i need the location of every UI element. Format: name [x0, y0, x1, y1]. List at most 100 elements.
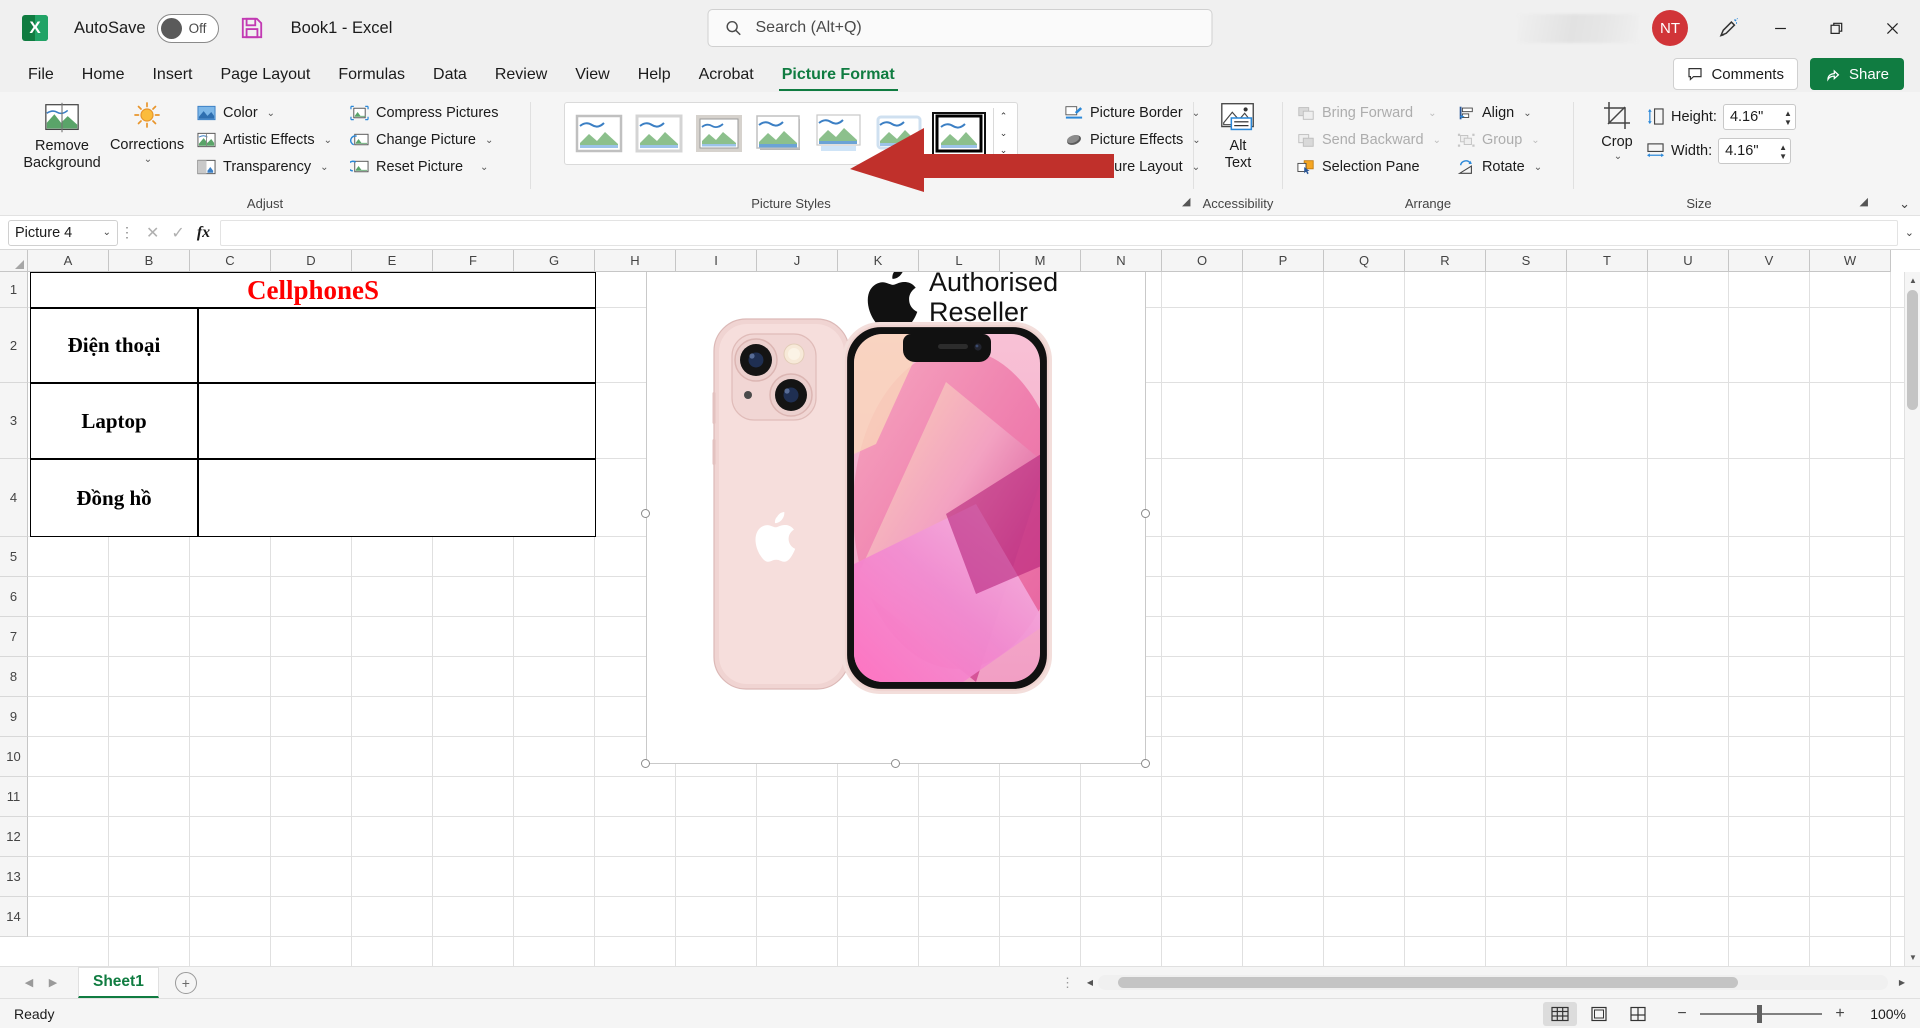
vertical-scroll-thumb[interactable] [1907, 290, 1918, 410]
select-all-button[interactable] [0, 250, 28, 272]
name-box[interactable]: Picture 4 ⌄ [8, 219, 118, 246]
formula-input[interactable] [220, 219, 1898, 246]
picture-style-thumb-1[interactable] [573, 113, 625, 155]
rotate-button[interactable]: Rotate ⌄ [1451, 154, 1548, 180]
row-header-1[interactable]: 1 [0, 272, 28, 308]
confirm-entry-button[interactable]: ✓ [171, 223, 184, 243]
column-header-N[interactable]: N [1081, 250, 1162, 272]
picture-style-thumb-4[interactable] [753, 113, 805, 155]
accessibility-dialog-launcher[interactable]: ◢ [1182, 192, 1190, 212]
formula-bar-expand-button[interactable]: ⌄ [1905, 226, 1914, 239]
row-header-12[interactable]: 12 [0, 817, 28, 857]
horizontal-scroll-thumb[interactable] [1118, 977, 1738, 988]
cell-b2[interactable] [198, 308, 596, 383]
cell-b4[interactable] [198, 459, 596, 537]
name-box-options[interactable]: ⋮ [118, 224, 136, 241]
tab-formulas[interactable]: Formulas [324, 58, 419, 92]
chevron-down-icon[interactable]: ⌄ [1614, 151, 1622, 162]
compress-pictures-button[interactable]: Compress Pictures [344, 100, 504, 126]
column-header-W[interactable]: W [1810, 250, 1891, 272]
comments-button[interactable]: Comments [1673, 58, 1798, 90]
column-header-H[interactable]: H [595, 250, 676, 272]
tab-review[interactable]: Review [481, 58, 561, 92]
picture-style-thumb-6[interactable] [873, 113, 925, 155]
color-button[interactable]: Color ⌄ [191, 100, 338, 126]
zoom-slider[interactable] [1700, 1004, 1822, 1023]
gallery-scroll-down-button[interactable]: ⌄ [994, 125, 1013, 142]
picture-effects-button[interactable]: Picture Effects ⌄ [1059, 127, 1207, 153]
picture-style-thumb-5[interactable] [813, 113, 865, 155]
remove-background-button[interactable]: Remove Background [22, 98, 102, 175]
scroll-up-button[interactable]: ▲ [1905, 272, 1920, 289]
row-header-5[interactable]: 5 [0, 537, 28, 577]
tab-file[interactable]: File [14, 58, 68, 92]
cell-title-merged[interactable]: CellphoneS [30, 272, 596, 308]
minimize-button[interactable] [1752, 0, 1808, 56]
hscroll-right-button[interactable]: ▶ [1894, 974, 1910, 991]
artistic-effects-button[interactable]: Artistic Effects ⌄ [191, 127, 338, 153]
tab-picture-format[interactable]: Picture Format [768, 58, 909, 92]
restore-button[interactable] [1808, 0, 1864, 56]
tab-help[interactable]: Help [624, 58, 685, 92]
column-header-G[interactable]: G [514, 250, 595, 272]
selection-pane-button[interactable]: Selection Pane [1291, 154, 1447, 180]
row-header-10[interactable]: 10 [0, 737, 28, 777]
column-header-M[interactable]: M [1000, 250, 1081, 272]
row-header-3[interactable]: 3 [0, 383, 28, 459]
row-header-6[interactable]: 6 [0, 577, 28, 617]
picture-layout-button[interactable]: Picture Layout ⌄ [1059, 154, 1207, 180]
resize-handle-se[interactable] [1141, 759, 1150, 768]
zoom-level-label[interactable]: 100% [1858, 1006, 1906, 1022]
share-button[interactable]: Share [1809, 58, 1904, 90]
column-header-J[interactable]: J [757, 250, 838, 272]
height-step-down[interactable]: ▼ [1784, 118, 1792, 127]
zoom-slider-thumb[interactable] [1757, 1004, 1762, 1023]
gallery-scroll-up-button[interactable]: ⌃ [994, 108, 1013, 125]
align-button[interactable]: Align ⌄ [1451, 100, 1548, 126]
alt-text-button[interactable]: Alt Text [1209, 98, 1267, 175]
sheet-tab-split-handle[interactable]: ⋮ [1061, 975, 1074, 991]
insert-function-button[interactable]: fx [197, 224, 210, 242]
column-header-D[interactable]: D [271, 250, 352, 272]
vertical-scrollbar[interactable]: ▲ ▼ [1904, 272, 1920, 966]
page-layout-view-button[interactable] [1582, 1002, 1616, 1026]
row-header-2[interactable]: 2 [0, 308, 28, 383]
column-header-V[interactable]: V [1729, 250, 1810, 272]
row-header-9[interactable]: 9 [0, 697, 28, 737]
avatar[interactable]: NT [1652, 10, 1688, 46]
corrections-button[interactable]: Corrections ⌄ [103, 98, 191, 168]
page-break-view-button[interactable] [1621, 1002, 1655, 1026]
width-step-down[interactable]: ▼ [1779, 152, 1787, 161]
height-input[interactable]: 4.16" ▲ ▼ [1722, 103, 1796, 131]
picture-style-thumb-2[interactable] [633, 113, 685, 155]
column-header-L[interactable]: L [919, 250, 1000, 272]
resize-handle-w[interactable] [641, 509, 650, 518]
column-header-O[interactable]: O [1162, 250, 1243, 272]
scroll-down-button[interactable]: ▼ [1905, 949, 1920, 966]
gallery-more-button[interactable]: ⌄̲ [994, 142, 1013, 159]
height-stepper[interactable]: ▲ ▼ [1784, 105, 1792, 131]
row-header-14[interactable]: 14 [0, 897, 28, 937]
column-header-K[interactable]: K [838, 250, 919, 272]
column-header-Q[interactable]: Q [1324, 250, 1405, 272]
row-header-11[interactable]: 11 [0, 777, 28, 817]
width-stepper[interactable]: ▲ ▼ [1779, 139, 1787, 165]
column-header-C[interactable]: C [190, 250, 271, 272]
height-step-up[interactable]: ▲ [1784, 109, 1792, 118]
tab-acrobat[interactable]: Acrobat [685, 58, 768, 92]
resize-handle-sw[interactable] [641, 759, 650, 768]
ribbon-collapse-button[interactable]: ⌄ [1899, 196, 1910, 212]
transparency-button[interactable]: Transparency ⌄ [191, 154, 338, 180]
column-header-E[interactable]: E [352, 250, 433, 272]
pen-ink-icon[interactable] [1706, 8, 1752, 48]
save-icon[interactable] [239, 15, 265, 41]
cancel-entry-button[interactable]: ✕ [146, 223, 159, 243]
zoom-out-button[interactable]: − [1674, 1005, 1690, 1023]
row-header-4[interactable]: 4 [0, 459, 28, 537]
column-header-S[interactable]: S [1486, 250, 1567, 272]
column-header-U[interactable]: U [1648, 250, 1729, 272]
column-header-B[interactable]: B [109, 250, 190, 272]
autosave-toggle[interactable]: Off [156, 13, 219, 43]
row-header-8[interactable]: 8 [0, 657, 28, 697]
row-header-7[interactable]: 7 [0, 617, 28, 657]
